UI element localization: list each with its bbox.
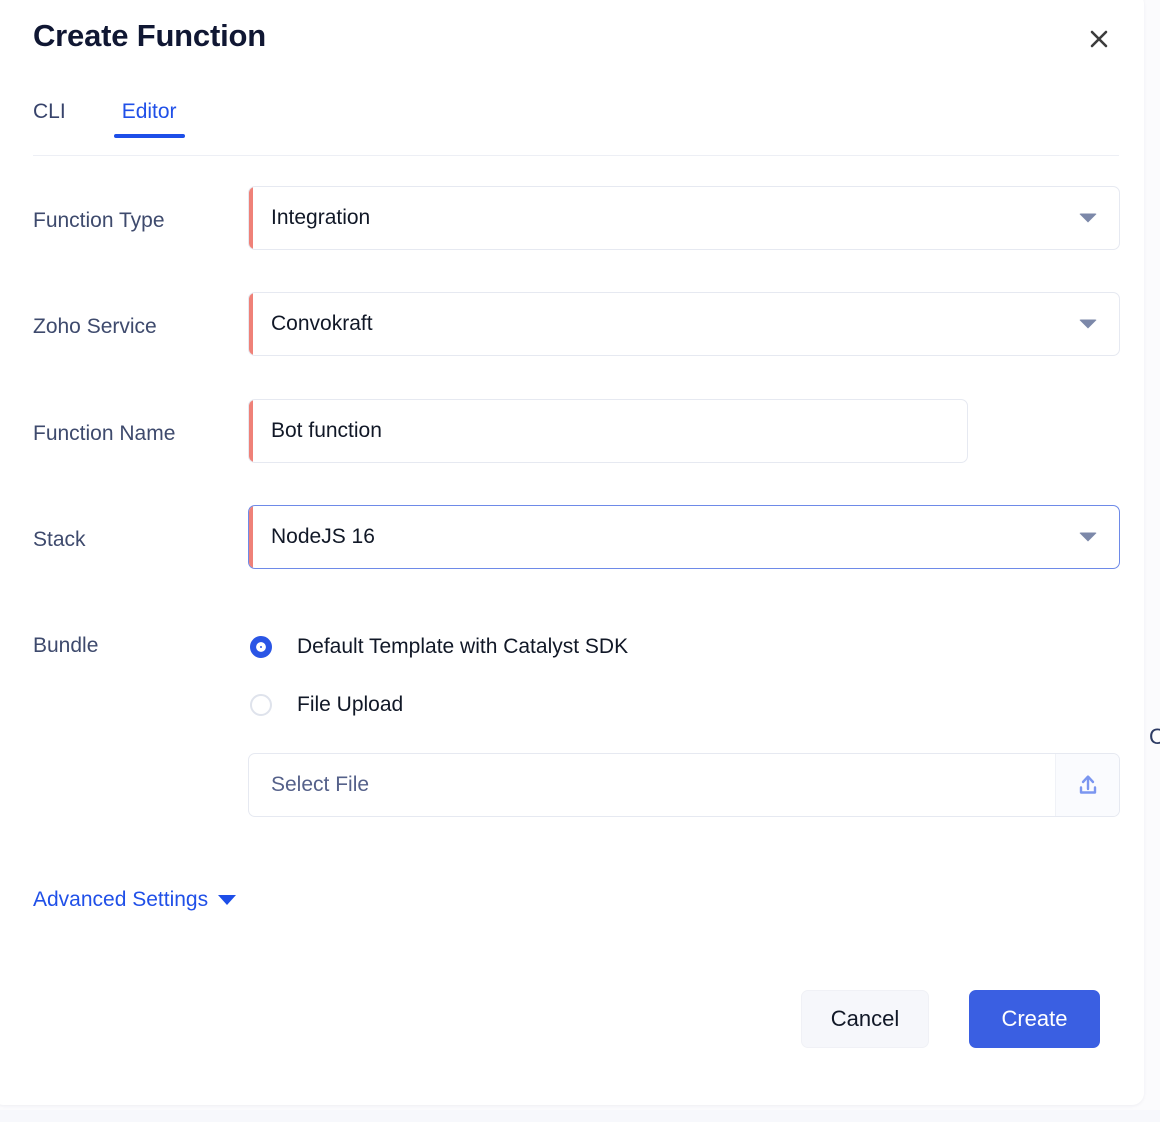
required-indicator [249, 506, 253, 568]
radio-unselected-icon [250, 694, 272, 716]
upload-icon[interactable] [1055, 754, 1119, 816]
page-title: Create Function [33, 18, 266, 53]
required-indicator [249, 400, 253, 462]
page-background-strip [0, 1110, 1160, 1122]
tab-editor[interactable]: Editor [113, 100, 185, 138]
advanced-settings-toggle[interactable]: Advanced Settings [33, 888, 237, 912]
file-picker[interactable]: Select File [248, 753, 1120, 817]
function-type-value: Integration [271, 206, 371, 229]
cancel-button[interactable]: Cancel [801, 990, 929, 1048]
tab-divider [33, 155, 1119, 156]
chevron-down-icon[interactable] [1079, 213, 1097, 223]
background-text-fragment: C [1149, 726, 1160, 748]
label-zoho-service: Zoho Service [33, 315, 157, 338]
label-function-type: Function Type [33, 209, 165, 232]
create-button[interactable]: Create [969, 990, 1100, 1048]
chevron-down-icon[interactable] [1079, 319, 1097, 329]
radio-selected-icon [250, 636, 272, 658]
chevron-down-icon[interactable] [1079, 532, 1097, 542]
file-picker-placeholder: Select File [271, 773, 370, 796]
screen: C Create Function CLI Editor Function Ty… [0, 0, 1160, 1122]
label-function-name: Function Name [33, 422, 176, 445]
chevron-down-icon [218, 895, 237, 905]
required-indicator [249, 293, 253, 355]
radio-label-default-template: Default Template with Catalyst SDK [297, 635, 629, 658]
radio-default-template[interactable]: Default Template with Catalyst SDK [250, 632, 628, 662]
stack-value: NodeJS 16 [271, 525, 375, 548]
upload-glyph [1079, 775, 1096, 794]
tab-bar: CLI Editor [33, 100, 233, 148]
label-bundle: Bundle [33, 634, 99, 657]
create-function-dialog: Create Function CLI Editor Function Type… [0, 0, 1144, 1105]
zoho-service-select[interactable]: Convokraft [248, 292, 1120, 356]
label-stack: Stack [33, 528, 86, 551]
close-glyph [1090, 30, 1108, 48]
function-name-input[interactable]: Bot function [248, 399, 968, 463]
function-name-value: Bot function [271, 419, 382, 442]
required-indicator [249, 187, 253, 249]
close-icon[interactable] [1082, 22, 1116, 56]
tab-cli[interactable]: CLI [33, 100, 66, 138]
bundle-radio-group: Default Template with Catalyst SDK File … [250, 632, 628, 748]
radio-label-file-upload: File Upload [297, 693, 404, 716]
advanced-settings-label: Advanced Settings [33, 888, 209, 911]
dialog-footer: Cancel Create [0, 988, 1144, 1050]
stack-select[interactable]: NodeJS 16 [248, 505, 1120, 569]
radio-file-upload[interactable]: File Upload [250, 690, 628, 720]
function-type-select[interactable]: Integration [248, 186, 1120, 250]
zoho-service-value: Convokraft [271, 312, 373, 335]
